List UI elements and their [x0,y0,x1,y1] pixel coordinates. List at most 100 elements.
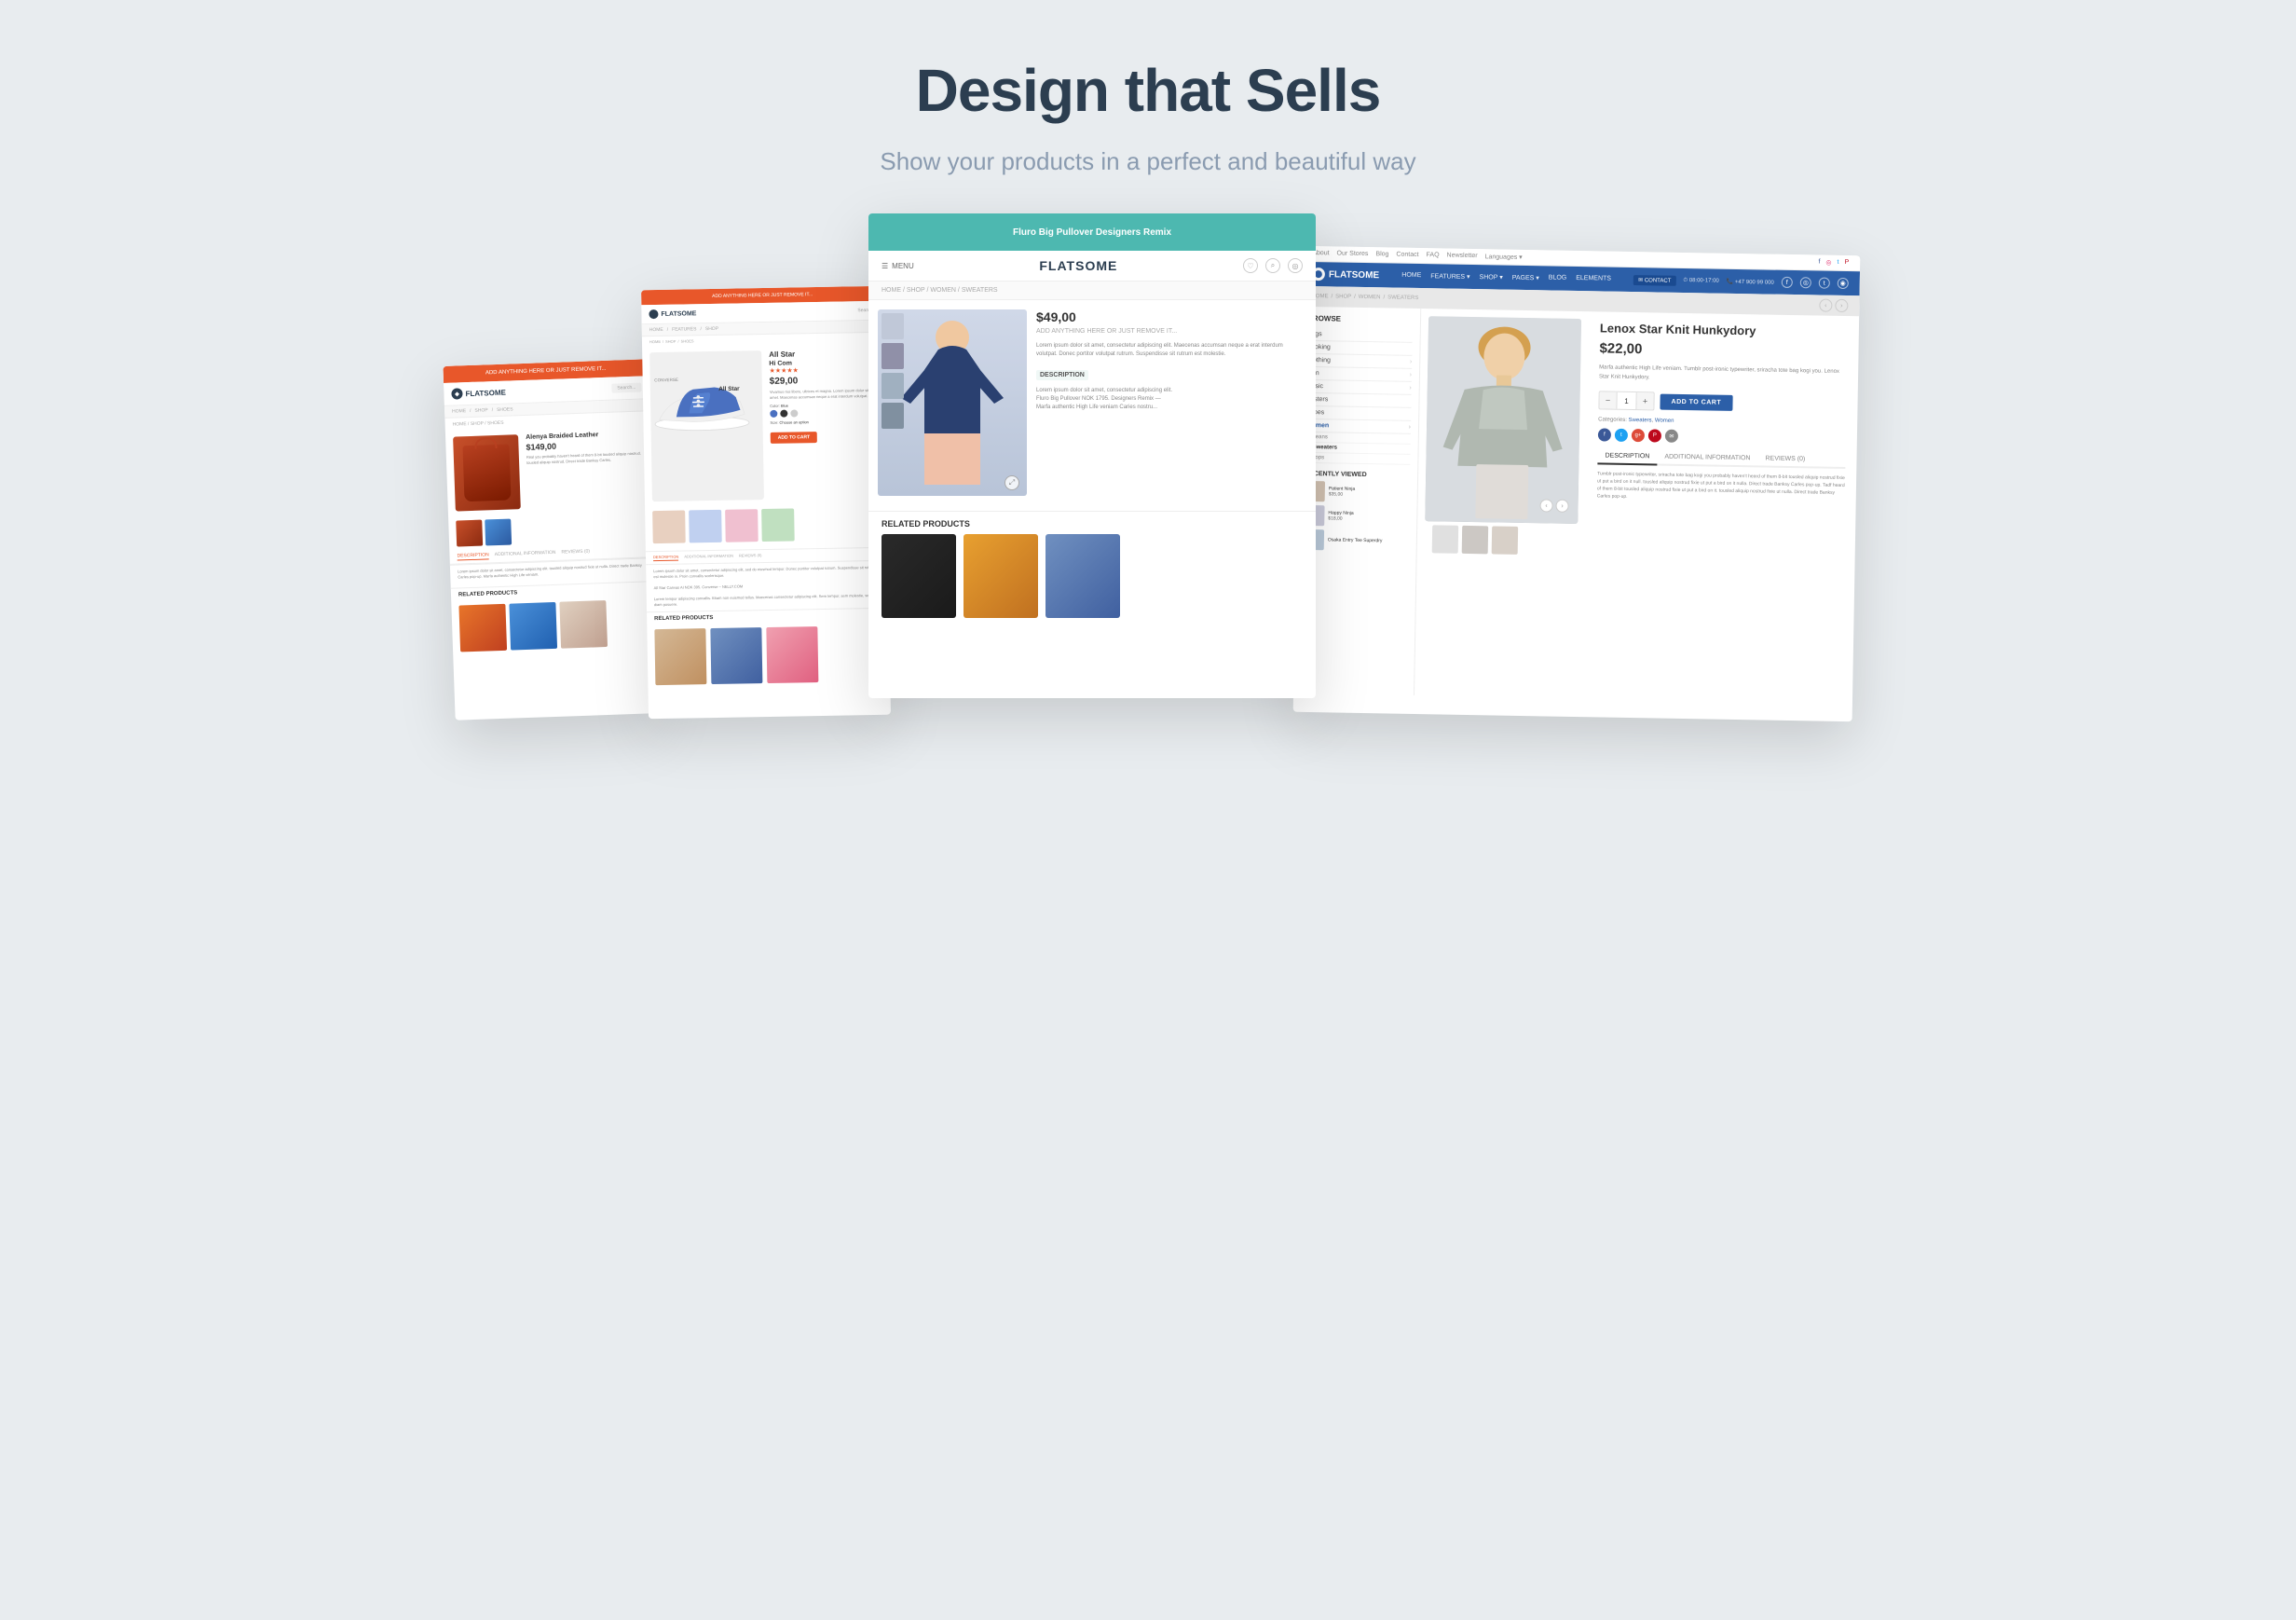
rt-next-thumb-btn[interactable]: › [1555,500,1568,513]
rt-nav-blog[interactable]: BLOG [1549,274,1567,281]
ml-tab-add[interactable]: ADDITIONAL INFORMATION [684,554,733,561]
rt-next-btn[interactable]: › [1835,299,1848,312]
ml-swatch-grey[interactable] [790,410,798,418]
ct-thumb-2[interactable] [882,343,904,369]
rt-nav-pages[interactable]: PAGES ▾ [1512,274,1539,282]
rt-languages-link[interactable]: Languages ▾ [1485,253,1523,261]
ml-tab-desc[interactable]: DESCRIPTION [653,555,678,561]
ct-icons: ♡ ⌕ ◎ [1243,258,1303,273]
ct-thumb-3[interactable] [882,373,904,399]
rt-qty-plus[interactable]: + [1636,392,1653,409]
ct-search-icon[interactable]: ⌕ [1265,258,1280,273]
rt-social-fb-icon[interactable]: f [1818,258,1820,266]
bl-desc-tab-additional[interactable]: ADDITIONAL INFORMATION [495,550,556,559]
bl-desc-tab-description[interactable]: DESCRIPTION [457,552,488,560]
rt-pt-1[interactable] [1432,525,1459,553]
rt-ig-icon[interactable]: ◎ [1800,277,1811,288]
rt-nav-home[interactable]: HOME [1401,272,1421,280]
ct-cart-icon[interactable]: ♡ [1243,258,1258,273]
ml-swatch-black[interactable] [780,410,787,418]
bl-product-img [453,434,521,511]
rt-qty-control: − 1 + [1598,391,1654,411]
rt-recently-viewed: RECENTLY VIEWED Patient Ninja $35,00 Hap… [1304,471,1410,552]
rt-contact-link[interactable]: Contact [1396,252,1418,259]
hero-title: Design that Sells [880,56,1415,125]
ct-thumb-1[interactable] [882,313,904,339]
ct-menu[interactable]: ☰ MENU [882,262,914,270]
rt-em-share-icon[interactable]: ✉ [1665,430,1678,443]
rt-tab-description[interactable]: DESCRIPTION [1597,449,1657,466]
ct-price: $49,00 [1036,309,1303,324]
rt-gp-share-icon[interactable]: g+ [1632,429,1645,442]
rt-bc-shop[interactable]: SHOP [1335,294,1351,299]
rt-prev-btn[interactable]: ‹ [1819,299,1832,312]
rt-stores-link[interactable]: Our Stores [1336,250,1368,258]
rt-content-area: BROWSE Bags Booking Clothing › Men › Mus… [1293,307,1859,703]
ct-ri-1 [882,534,956,618]
ct-topbar: Fluro Big Pullover Designers Remix [868,213,1316,251]
rt-nav-elements[interactable]: ELEMENTS [1576,275,1611,283]
rt-social-tw-icon[interactable]: t [1837,259,1838,267]
rt-pt-3[interactable] [1492,526,1519,554]
rt-add-to-cart-btn[interactable]: ADD TO CART [1660,393,1732,410]
menu-icon: ☰ [882,262,888,270]
rt-desc-tabs-row: DESCRIPTION ADDITIONAL INFORMATION REVIE… [1597,449,1845,470]
bl-product-area: Alenya Braided Leather $149,00 Real you … [445,424,653,517]
rt-social-ig-icon[interactable]: ◎ [1825,259,1831,267]
rt-fb-share-icon[interactable]: f [1598,429,1611,442]
rt-pi-share-icon[interactable]: P [1648,430,1661,443]
bl-logo: ◆ FLATSOME [451,387,506,400]
rt-tw-share-icon[interactable]: t [1615,429,1628,442]
rt-rv-name-3: Osaka Entry Tee Superdry [1328,537,1409,544]
ct-stock-note: ADD ANYTHING HERE OR JUST REMOVE IT... [1036,328,1303,335]
screenshot-center: Fluro Big Pullover Designers Remix ☰ MEN… [868,213,1316,698]
rt-nav-items: HOME FEATURES ▾ SHOP ▾ PAGES ▾ BLOG ELEM… [1401,272,1611,283]
rt-rv-item-3[interactable]: Osaka Entry Tee Superdry [1304,529,1409,552]
rt-tw-icon[interactable]: t [1819,278,1830,289]
rt-rss-icon[interactable]: ◉ [1838,278,1849,289]
ml-price: $29,00 [770,375,878,387]
ml-logo: FLATSOME [649,309,696,319]
ml-tab-rev[interactable]: REVIEWS (0) [739,553,762,559]
bl-bag-shape [462,445,511,502]
rt-qty-add: − 1 + ADD TO CART [1598,391,1846,415]
rt-sub-tops[interactable]: Tops [1305,453,1410,465]
rt-social-icons: f t g+ P ✉ [1598,429,1846,446]
ct-desc-label: DESCRIPTION [1036,370,1088,380]
rt-qty-minus[interactable]: − [1599,392,1616,409]
rt-bc-women[interactable]: WOMEN [1359,295,1381,300]
rt-nav-features[interactable]: FEATURES ▾ [1430,272,1469,281]
rt-product-thumb-list [1425,521,1578,559]
rt-pt-2[interactable] [1462,526,1489,554]
ml-swatch-blue[interactable] [770,410,777,418]
ml-add-btn[interactable]: ADD TO CART [771,432,818,444]
rt-categories: Categories: Sweaters, Women [1598,418,1846,428]
rt-prev-thumb-btn[interactable]: ‹ [1539,499,1552,512]
rt-qty-val[interactable]: 1 [1616,392,1636,409]
rt-rv-item-2[interactable]: Happy Ninja $18,00 [1304,505,1409,528]
ct-desc-text: Lorem ipsum dolor sit amet, consectetur … [1036,342,1303,359]
ct-bag-icon[interactable]: ◎ [1288,258,1303,273]
rt-tab-additional[interactable]: ADDITIONAL INFORMATION [1657,450,1757,468]
rt-rv-item-1[interactable]: Patient Ninja $35,00 [1305,481,1410,503]
rt-nav-shop[interactable]: SHOP ▾ [1480,273,1503,281]
rt-blog-link[interactable]: Blog [1375,251,1388,258]
ct-expand-btn[interactable]: ⤢ [1004,475,1019,490]
rt-fb-icon[interactable]: f [1782,277,1793,288]
rt-contact-btn[interactable]: ✉ CONTACT [1633,275,1675,286]
ct-thumb-4[interactable] [882,403,904,429]
rt-faq-link[interactable]: FAQ [1426,252,1439,259]
rt-tab-reviews[interactable]: REVIEWS (0) [1757,452,1812,469]
ct-related-section: RELATED PRODUCTS [868,511,1316,625]
rt-rv-price-2: $18,00 [1328,515,1409,523]
rt-bc-sweaters[interactable]: SWEATERS [1387,295,1418,301]
rt-desc-body: Tumblr post-ironic typewriter, sriracha … [1597,471,1846,505]
bl-desc-tab-reviews[interactable]: REVIEWS (0) [561,549,590,557]
rt-cat-women[interactable]: Women [1655,419,1674,424]
bl-search-bar: Search... [611,383,641,393]
rt-cat-sweaters[interactable]: Sweaters [1628,418,1651,423]
rt-social-pin-icon[interactable]: P [1844,259,1849,267]
rt-newsletter-link[interactable]: Newsletter [1446,253,1477,261]
ct-logo: FLATSOME [1039,258,1117,273]
ct-nav: ☰ MENU FLATSOME ♡ ⌕ ◎ [868,251,1316,281]
